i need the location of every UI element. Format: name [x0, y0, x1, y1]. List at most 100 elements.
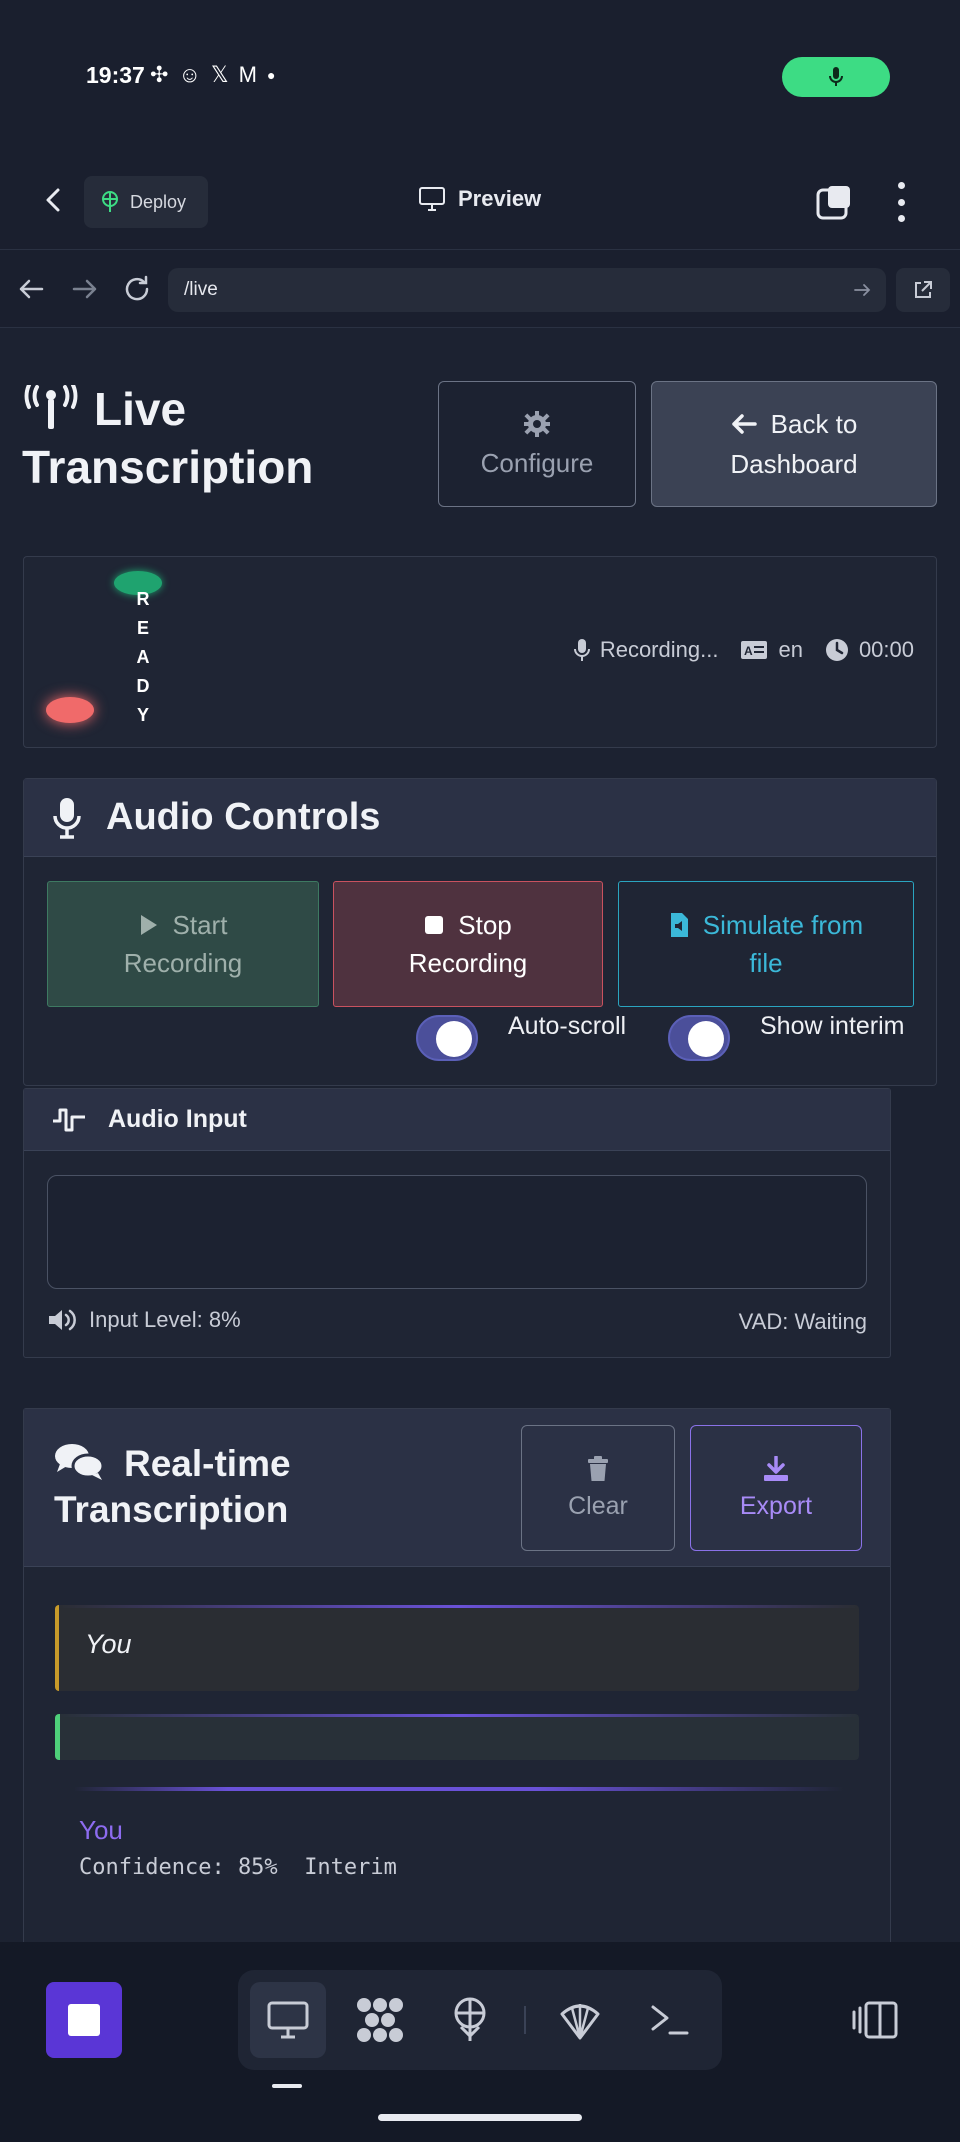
simulate-label-line1: Simulate from — [702, 910, 864, 940]
status-panel: READY Recording... A en 00:00 — [23, 556, 937, 748]
page-title: Live Transcription — [22, 380, 422, 496]
interim-meta: Confidence: 85% Interim — [79, 1855, 397, 1880]
stop-recording-button[interactable]: Stop Recording — [333, 881, 603, 1007]
comments-icon — [55, 1444, 104, 1480]
audio-input-header: Audio Input — [24, 1089, 890, 1151]
tool-switcher — [238, 1970, 722, 2070]
gmail-icon: M — [238, 62, 257, 87]
export-label: Export — [739, 1491, 813, 1520]
auto-scroll-label: Auto-scroll — [508, 1012, 627, 1040]
nav-back-icon[interactable] — [16, 274, 46, 304]
x-icon: 𝕏 — [210, 62, 229, 87]
shell-icon — [560, 2004, 600, 2040]
volume-icon — [49, 1309, 76, 1331]
transcription-title-line1: Real-time — [124, 1443, 291, 1484]
show-interim-toggle[interactable] — [668, 1015, 730, 1061]
panel-toggle-icon[interactable] — [852, 2000, 898, 2040]
vad-status: VAD: Waiting — [738, 1309, 867, 1334]
start-label-line1: Start — [172, 910, 228, 940]
language-indicator: A en — [740, 637, 803, 663]
auto-scroll-toggle[interactable] — [416, 1015, 478, 1061]
stop-label-line1: Stop — [458, 910, 512, 940]
go-arrow-icon[interactable] — [852, 280, 872, 300]
start-recording-button[interactable]: Start Recording — [47, 881, 319, 1007]
mic-icon — [573, 639, 590, 661]
back-to-dashboard-button[interactable]: Back to Dashboard — [651, 381, 937, 507]
transcription-title: Real-time Transcription — [54, 1441, 384, 1533]
deploy-icon — [102, 191, 118, 212]
transcript-segment-final[interactable] — [55, 1714, 859, 1760]
reload-icon[interactable] — [122, 274, 152, 304]
back-chevron-icon[interactable] — [40, 186, 68, 214]
deploy-label: Deploy — [130, 191, 187, 212]
audio-controls-panel: Audio Controls Start Recording Stop Reco… — [23, 778, 937, 1086]
gear-icon — [524, 410, 550, 437]
language-code: en — [778, 637, 803, 662]
back-label-line1: Back to — [770, 409, 858, 439]
stop-icon — [425, 916, 444, 934]
url-text: /live — [184, 279, 218, 300]
deploy-tool-button[interactable] — [432, 1982, 508, 2058]
clear-button[interactable]: Clear — [521, 1425, 675, 1551]
trash-icon — [588, 1455, 608, 1481]
start-label-line2: Recording — [123, 948, 243, 978]
recording-indicator-dot — [46, 697, 94, 723]
tabs-icon[interactable] — [814, 184, 854, 220]
title-line1: Live — [94, 383, 187, 435]
external-link-icon — [915, 281, 932, 298]
monitor-icon — [267, 2001, 309, 2039]
session-meta: Recording... A en 00:00 — [573, 637, 914, 663]
clock: 19:37 — [86, 62, 145, 88]
show-interim-label: Show interim — [760, 1012, 905, 1040]
microphone-icon — [53, 797, 81, 839]
monitor-icon — [419, 187, 445, 211]
browser-toolbar: /live — [0, 250, 960, 328]
simulate-label-line2: file — [749, 948, 783, 978]
recording-status: Recording... — [573, 637, 719, 663]
page-content: Live Transcription Configure Back to Das… — [0, 328, 960, 1942]
audio-file-icon — [670, 913, 688, 937]
arrow-left-icon — [731, 414, 757, 434]
preview-label: Preview — [458, 186, 542, 211]
preview-tool-button[interactable] — [250, 1982, 326, 2058]
audio-controls-header: Audio Controls — [24, 779, 936, 857]
deploy-button[interactable]: Deploy — [84, 176, 208, 228]
stop-label-line2: Recording — [408, 948, 528, 978]
dot-icon: ● — [266, 67, 276, 83]
shell-tool-button[interactable] — [632, 1982, 708, 2058]
interim-speaker: You — [79, 1815, 123, 1845]
url-input[interactable]: /live — [168, 268, 886, 312]
transcript-segment[interactable]: You — [55, 1605, 859, 1691]
preview-title: Preview — [418, 186, 541, 212]
agent-tool-button[interactable] — [342, 1982, 418, 2058]
audio-input-panel: Audio Input Input Level: 8% VAD: Waiting — [23, 1088, 891, 1358]
configure-label: Configure — [480, 447, 594, 478]
clear-label: Clear — [568, 1491, 628, 1520]
nav-forward-icon[interactable] — [70, 274, 100, 304]
configure-button[interactable]: Configure — [438, 381, 636, 507]
input-level: Input Level: 8% — [47, 1307, 241, 1333]
open-external-button[interactable] — [896, 268, 950, 312]
title-line2: Transcription — [22, 441, 314, 493]
broadcast-icon — [24, 385, 78, 429]
snapchat-icon: ☺ — [178, 62, 201, 87]
system-status-bar: 19:37 ✣ ☺ 𝕏 M ● — [0, 0, 960, 150]
more-menu-icon[interactable] — [886, 182, 916, 222]
tool-divider — [524, 2006, 526, 2034]
recording-label: Recording... — [599, 637, 719, 662]
stop-app-button[interactable] — [46, 1982, 122, 2058]
waveform-visualizer — [47, 1175, 867, 1289]
play-icon — [140, 915, 157, 935]
back-label-line2: Dashboard — [730, 449, 858, 479]
simulate-from-file-button[interactable]: Simulate from file — [618, 881, 914, 1007]
secrets-tool-button[interactable] — [542, 1982, 618, 2058]
svg-text:A: A — [744, 644, 753, 658]
timer-value: 00:00 — [858, 637, 914, 662]
transcription-title-line2: Transcription — [54, 1489, 289, 1530]
home-indicator[interactable] — [378, 2114, 582, 2121]
notification-icons: ✣ ☺ 𝕏 M ● — [148, 62, 275, 88]
active-tool-indicator — [272, 2084, 302, 2088]
ide-toolbar — [0, 1942, 960, 2142]
mic-active-indicator[interactable] — [782, 57, 890, 97]
export-button[interactable]: Export — [690, 1425, 862, 1551]
